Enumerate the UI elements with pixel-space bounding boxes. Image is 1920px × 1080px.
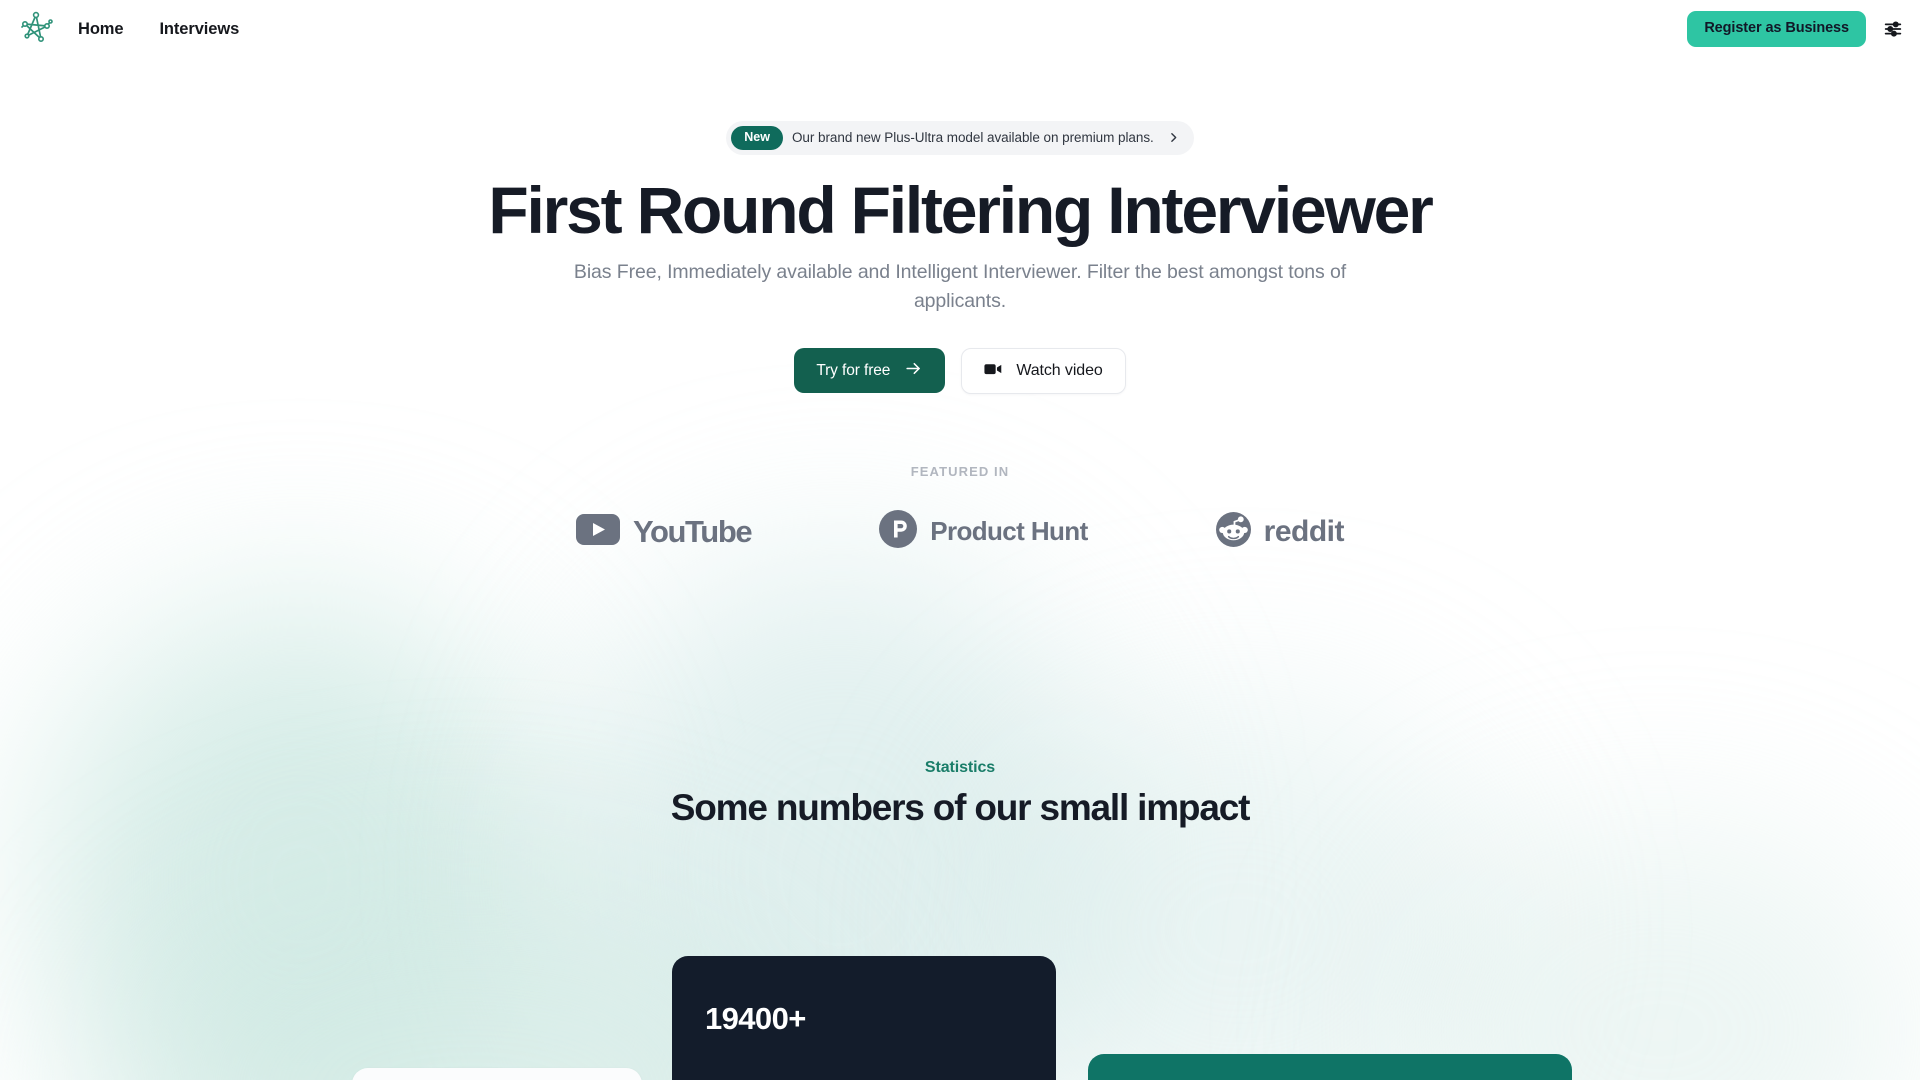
featured-logos-row: YouTube Product Hunt reddit (0, 510, 1920, 553)
constellation-logo-icon[interactable] (14, 6, 58, 50)
announcement-banner[interactable]: New Our brand new Plus-Ultra model avail… (726, 121, 1194, 155)
announcement-text: Our brand new Plus-Ultra model available… (791, 130, 1154, 146)
brand-logo-product-hunt: Product Hunt (879, 510, 1088, 553)
brand-name-youtube: YouTube (633, 513, 753, 549)
page-title: First Round Filtering Interviewer (488, 173, 1433, 247)
stat-card-center: 19400+ (672, 956, 1056, 1080)
hero-cta-group: Try for free Watch video (0, 348, 1920, 394)
page-root: Home Interviews Register as Business New (0, 0, 1920, 1080)
background-blob (40, 600, 560, 1080)
watch-video-button[interactable]: Watch video (961, 348, 1126, 394)
stat-card-value: 19400+ (705, 1001, 806, 1036)
primary-navigation: Home Interviews (78, 0, 239, 58)
stat-card-left (352, 1068, 642, 1080)
product-hunt-icon (879, 510, 918, 553)
featured-in-label: FEATURED IN (910, 464, 1010, 479)
site-header: Home Interviews Register as Business (0, 0, 1920, 58)
background-blob (980, 700, 1500, 1080)
reddit-icon (1215, 511, 1251, 552)
brand-logo-reddit: reddit (1215, 511, 1345, 552)
watch-video-label: Watch video (1016, 362, 1103, 379)
register-as-business-button[interactable]: Register as Business (1687, 11, 1866, 47)
nav-link-interviews[interactable]: Interviews (159, 20, 239, 39)
chevron-right-icon (1167, 131, 1180, 144)
try-for-free-label: Try for free (816, 361, 891, 379)
stat-card-right (1088, 1054, 1572, 1080)
header-actions: Register as Business (1687, 0, 1906, 58)
brand-name-reddit: reddit (1263, 514, 1345, 548)
hero-subtitle: Bias Free, Immediately available and Int… (573, 261, 1347, 313)
announcement-new-badge: New (731, 126, 783, 150)
arrow-right-icon (904, 359, 923, 383)
try-for-free-button[interactable]: Try for free (794, 348, 946, 393)
nav-link-home[interactable]: Home (78, 20, 124, 39)
brand-name-product-hunt: Product Hunt (930, 516, 1088, 546)
background-blob (1400, 820, 1920, 1080)
statistics-eyebrow: Statistics (924, 759, 996, 776)
brand-logo-youtube: YouTube (576, 513, 753, 550)
youtube-icon (576, 513, 620, 550)
statistics-heading: Some numbers of our small impact (670, 787, 1251, 828)
sliders-icon[interactable] (1880, 16, 1906, 42)
video-camera-icon (984, 361, 1003, 382)
announcement-banner-wrap: New Our brand new Plus-Ultra model avail… (0, 121, 1920, 155)
